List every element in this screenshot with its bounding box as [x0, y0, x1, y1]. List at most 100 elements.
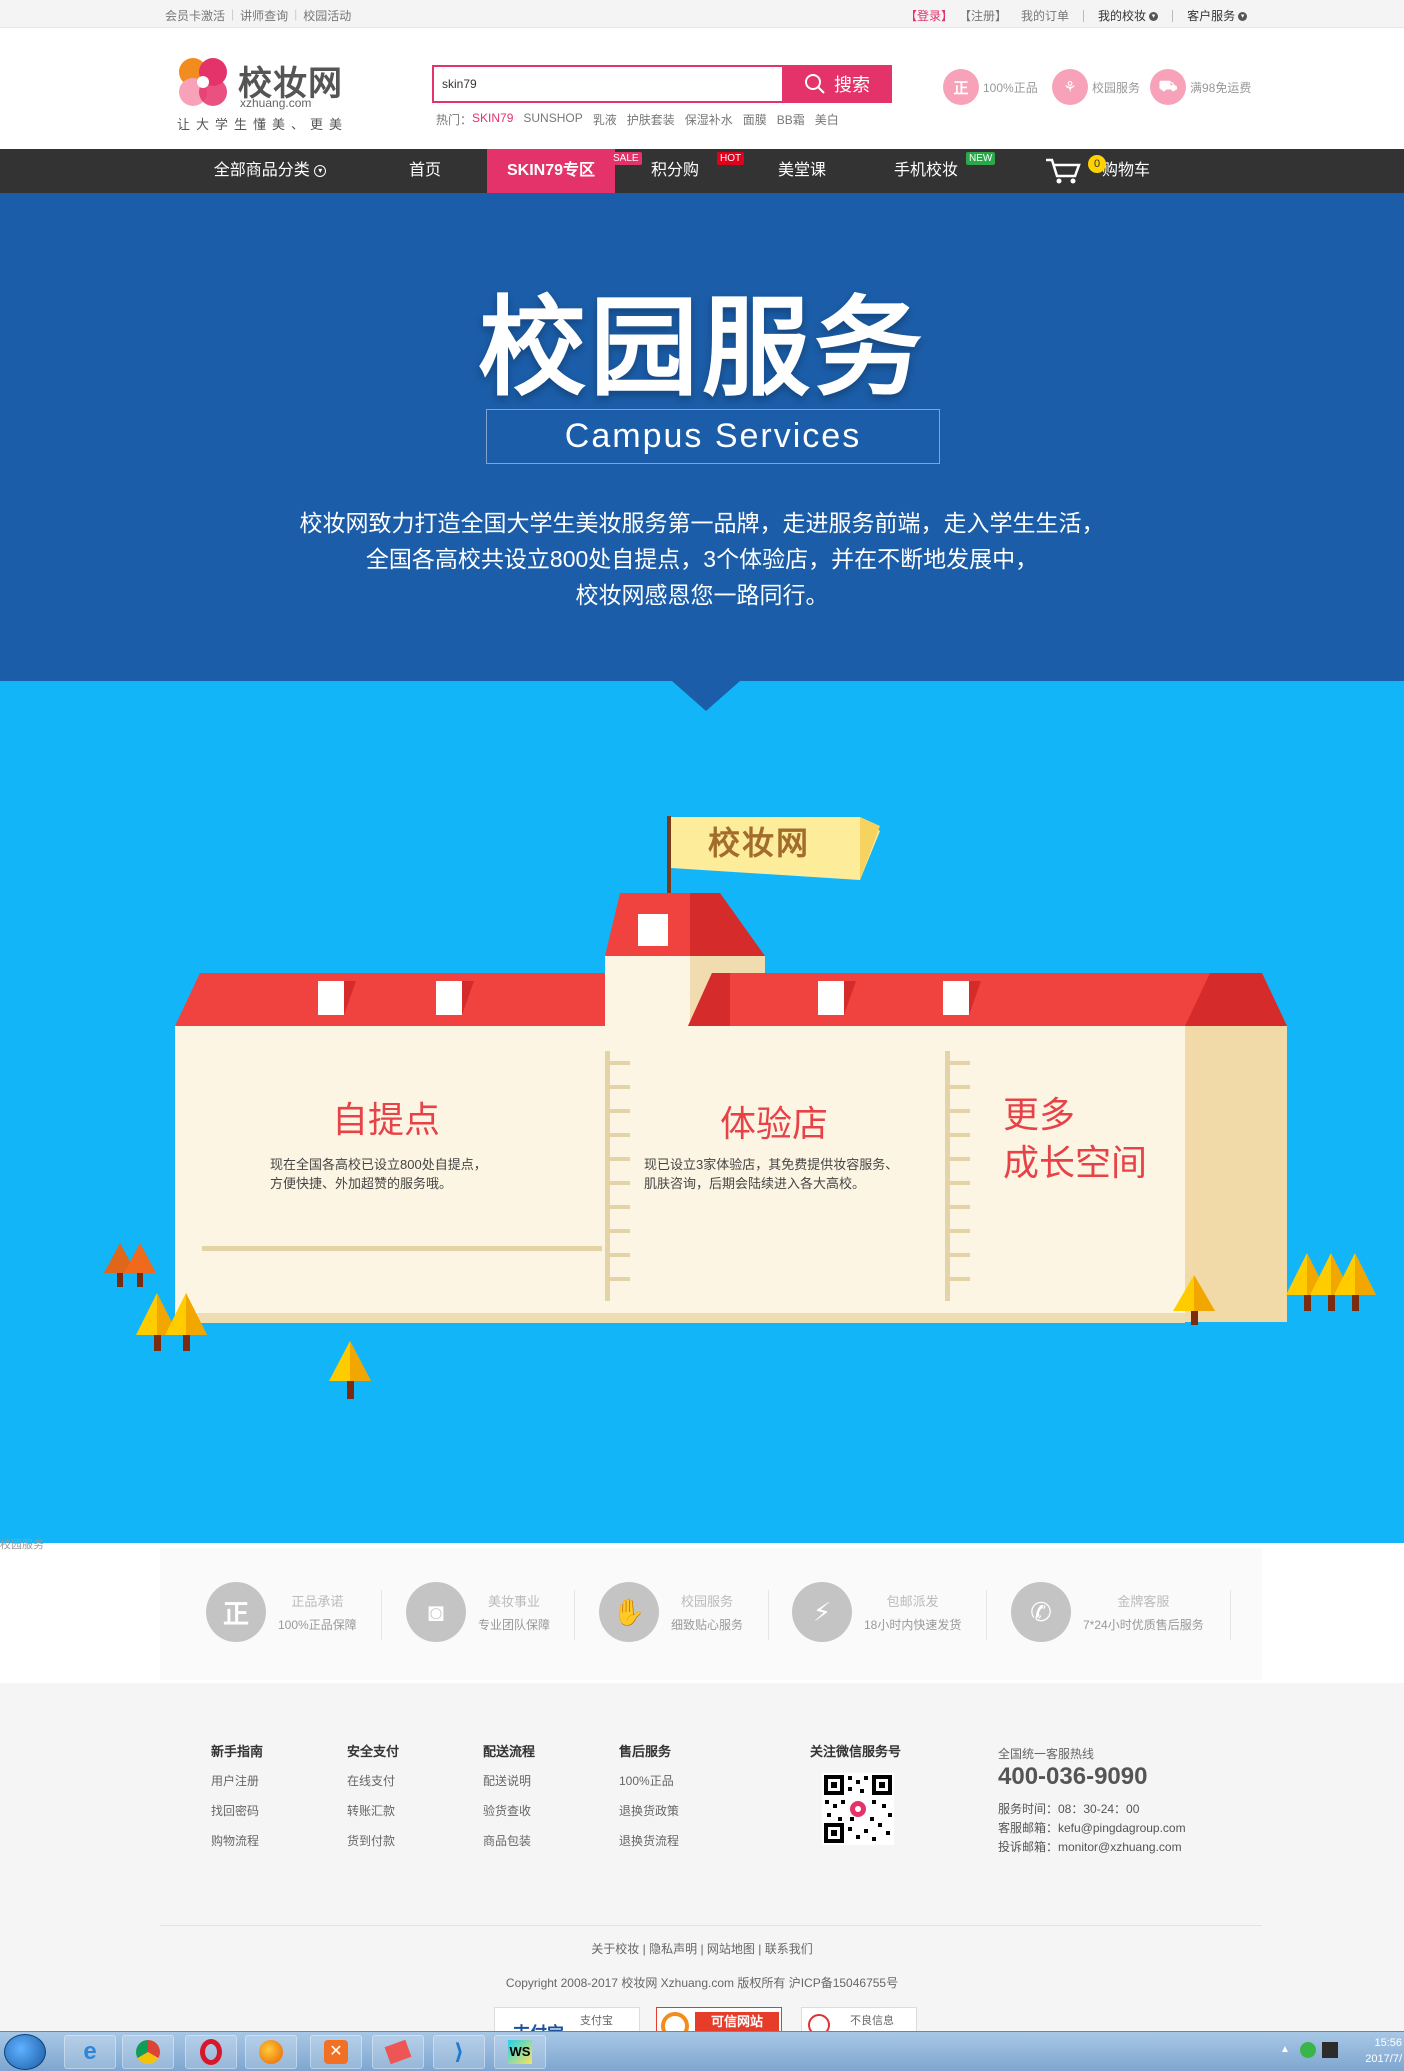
footer-link[interactable]: 配送说明 [483, 1772, 535, 1789]
my-orders-link[interactable]: 我的订单 [1021, 7, 1069, 24]
hot-keyword[interactable]: 保湿补水 [685, 111, 733, 128]
xampp-icon[interactable]: ✕ [310, 2035, 362, 2069]
hot-keyword[interactable]: 护肤套装 [627, 111, 675, 128]
hero-description: 校妆网致力打造全国大学生美妆服务第一品牌，走进服务前端，走入学生生活， 全国各高… [0, 505, 1404, 613]
qr-code-icon [822, 1773, 894, 1845]
hero-desc-line: 全国各高校共设立800处自提点，3个体验店，并在不断地发展中， [365, 546, 1039, 572]
copyright: Copyright 2008-2017 校妆网 Xzhuang.com 版权所有… [505, 1976, 899, 1990]
search-input[interactable] [434, 67, 774, 101]
service-title: 美妆事业 [488, 1594, 541, 1609]
hot-keyword[interactable]: SKIN79 [472, 111, 513, 128]
chrome-icon[interactable] [122, 2035, 174, 2069]
logo-url: xzhuang.com [240, 96, 312, 110]
service-campus[interactable]: ✋ 校园服务 细致贴心服务 [599, 1582, 743, 1642]
footer-link[interactable]: 商品包装 [483, 1832, 535, 1849]
hot-label: 热门： [436, 113, 473, 127]
roof-window [818, 981, 844, 1015]
clock-date: 2017/7/ [1365, 2053, 1402, 2065]
footer-link[interactable]: 货到付款 [347, 1832, 399, 1849]
footer-link[interactable]: 在线支付 [347, 1772, 399, 1789]
footer-link[interactable]: 转账汇款 [347, 1802, 399, 1819]
customer-service-menu[interactable]: 客户服务 ▾ [1187, 7, 1248, 24]
nav-home[interactable]: 首页 [375, 149, 475, 193]
badge-label: 不良信息 [850, 2015, 894, 2027]
top-left-links: 会员卡激活 | 讲师查询 | 校园活动 [165, 7, 351, 24]
footer-link-privacy[interactable]: 隐私声明 [649, 1942, 697, 1956]
cart-label: 购物车 [1102, 162, 1151, 179]
service-beauty[interactable]: ◙ 美妆事业 专业团队保障 [406, 1582, 550, 1642]
footer-col-guide: 新手指南 用户注册 找回密码 购物流程 [211, 1741, 263, 1862]
footer-link[interactable]: 100%正品 [619, 1772, 679, 1789]
service-support[interactable]: ✆ 金牌客服 7*24小时优质售后服务 [1011, 1582, 1204, 1642]
nav-beauty-class[interactable]: 美堂课 [752, 149, 852, 193]
footer-link[interactable]: 用户注册 [211, 1772, 263, 1789]
logo-flower-icon[interactable] [175, 54, 231, 110]
network-icon[interactable] [1300, 2042, 1316, 2058]
hot-keyword[interactable]: 面膜 [743, 111, 767, 128]
footer-link[interactable]: 验货查收 [483, 1802, 535, 1819]
vscode-icon[interactable]: ⟩ [433, 2035, 485, 2069]
footer-link-sitemap[interactable]: 网站地图 [707, 1942, 755, 1956]
service-email: 客服邮箱：kefu@pingdagroup.com [998, 1821, 1186, 1835]
footer-link[interactable]: 退换货政策 [619, 1802, 679, 1819]
start-button-icon[interactable] [4, 2034, 46, 2070]
service-title: 金牌客服 [1117, 1594, 1170, 1609]
hot-keyword[interactable]: 美白 [815, 111, 839, 128]
service-authentic[interactable]: 正 正品承诺 100%正品保障 [206, 1582, 357, 1642]
cart-count-badge: 0 [1088, 155, 1106, 173]
footer-link[interactable]: 购物流程 [211, 1832, 263, 1849]
feature-free-shipping: ⛟ 满98免运费 [1150, 69, 1251, 105]
hot-keyword[interactable]: 乳液 [593, 111, 617, 128]
service-shipping[interactable]: ⚡ 包邮派发 18小时内快速发货 [792, 1582, 961, 1642]
nav-points-shop[interactable]: 积分购 [625, 149, 725, 193]
firefox-icon[interactable] [245, 2035, 297, 2069]
service-title: 校园服务 [681, 1594, 734, 1609]
nav-label: SKIN79专区 [506, 162, 596, 179]
search-button-label: 搜索 [834, 75, 870, 95]
campus-service-icon: ⚘ [1052, 69, 1088, 105]
register-link[interactable]: 【注册】 [959, 7, 1007, 24]
webstorm-icon[interactable]: WS [494, 2035, 546, 2069]
left-roof [175, 973, 605, 1026]
link-lecturer-query[interactable]: 讲师查询 [240, 7, 288, 24]
cart-icon [1046, 158, 1081, 184]
jar-icon: ◙ [406, 1582, 466, 1642]
chevron-down-icon: ▾ [1238, 12, 1248, 22]
link-member-card[interactable]: 会员卡激活 [165, 7, 225, 24]
top-right-links: 【登录】 【注册】 我的订单 我的校妆 ▾ 客户服务 ▾ [905, 7, 1248, 24]
clock[interactable]: 15:56 2017/7/ [1350, 2035, 1402, 2067]
service-sub: 100%正品保障 [278, 1618, 357, 1632]
feature-label: 满98免运费 [1190, 80, 1252, 95]
opera-icon[interactable] [185, 2035, 237, 2069]
login-link[interactable]: 【登录】 [905, 7, 953, 24]
footer-col-payment: 安全支付 在线支付 转账汇款 货到付款 [347, 1741, 399, 1862]
roof-window [318, 981, 344, 1015]
hero-title: 校园服务 [477, 287, 926, 408]
phone-icon: ✆ [1011, 1582, 1071, 1642]
nav-all-categories[interactable]: 全部商品分类 ▾ [195, 149, 345, 193]
footer-link-about[interactable]: 关于校妆 [591, 1942, 639, 1956]
search-button[interactable]: 搜索 [782, 65, 892, 103]
authentic-icon: 正 [943, 69, 979, 105]
header: 校妆网 xzhuang.com 让大学生懂美、更美 搜索 热门： SKIN79 … [0, 28, 1404, 149]
search-icon [805, 74, 825, 94]
tray-arrow-icon[interactable]: ▲ [1280, 2044, 1290, 2055]
panel-title-pickup: 自提点 [332, 1099, 441, 1140]
nav-cart[interactable]: 购物车 [1044, 149, 1174, 193]
app-icon[interactable] [372, 2035, 424, 2069]
link-campus-activity[interactable]: 校园活动 [303, 7, 351, 24]
nav-skin79[interactable]: SKIN79专区 [487, 149, 615, 193]
separator [1083, 9, 1085, 22]
volume-icon[interactable] [1322, 2042, 1338, 2058]
hot-keyword[interactable]: SUNSHOP [523, 111, 582, 128]
footer-link[interactable]: 找回密码 [211, 1802, 263, 1819]
nav-mobile[interactable]: 手机校妆 [876, 149, 976, 193]
tower-window [638, 914, 668, 946]
hot-keyword[interactable]: BB霜 [777, 111, 805, 128]
footer-link[interactable]: 退换货流程 [619, 1832, 679, 1849]
my-account-menu[interactable]: 我的校妆 ▾ [1098, 7, 1159, 24]
divider [1230, 1590, 1231, 1640]
ie-icon[interactable]: e [64, 2035, 116, 2069]
footer-link-contact[interactable]: 联系我们 [765, 1942, 813, 1956]
footer-col-title: 售后服务 [619, 1744, 672, 1759]
